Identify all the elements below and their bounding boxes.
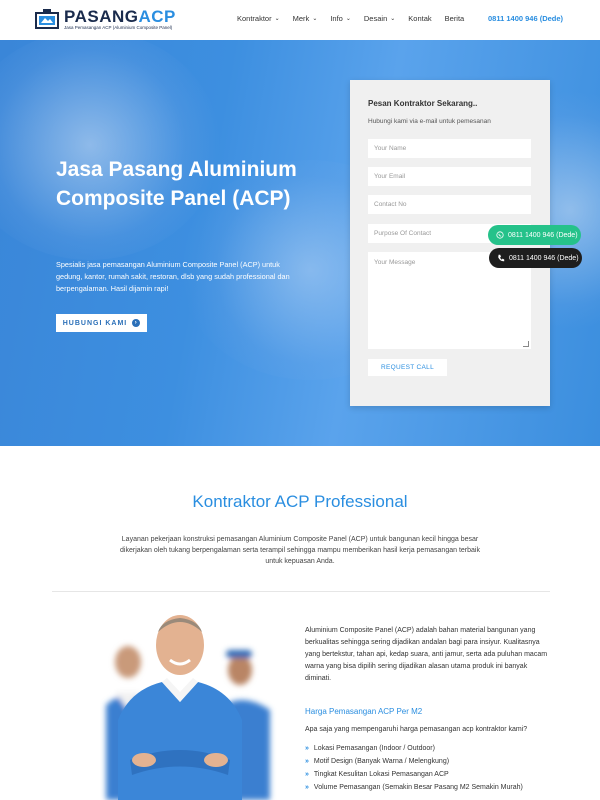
content-paragraph: Aluminium Composite Panel (ACP) adalah b… — [305, 627, 548, 682]
double-chevron-right-icon: » — [305, 745, 309, 752]
contact-number-input[interactable]: Contact No — [368, 195, 531, 214]
chevron-down-icon: ⌄ — [312, 16, 318, 22]
chevron-down-icon: ⌄ — [274, 16, 280, 22]
hero-section: Jasa Pasang Aluminium Composite Panel (A… — [0, 40, 600, 446]
logo-tagline: Jasa Pemasangan ACP (Aluminium Composite… — [64, 25, 173, 30]
list-item: » Lokasi Pemasangan (Indoor / Outdoor) — [305, 742, 550, 755]
double-chevron-right-icon: » — [305, 758, 309, 765]
list-item: » Volume Pemasangan (Semakin Besar Pasang… — [305, 781, 550, 794]
nav-item-desain[interactable]: Desain ⌄ — [364, 14, 395, 23]
form-subtitle: Hubungi kami via e-mail untuk pemesanan — [368, 118, 491, 125]
form-title: Pesan Kontraktor Sekarang.. — [368, 99, 478, 108]
whatsapp-number: 0811 1400 946 (Dede) — [508, 231, 578, 239]
header-phone-link[interactable]: 0811 1400 946 (Dede) — [488, 14, 563, 23]
phone-number: 0811 1400 946 (Dede) — [509, 254, 579, 262]
content-question: Apa saja yang mempengaruhi harga pemasan… — [305, 726, 528, 733]
section-divider — [52, 591, 550, 592]
email-input[interactable]: Your Email — [368, 167, 531, 186]
section-title: Kontraktor ACP Professional — [192, 492, 408, 511]
workers-image — [100, 610, 290, 800]
nav-item-kontraktor[interactable]: Kontraktor ⌄ — [237, 14, 280, 23]
nav-item-kontak[interactable]: Kontak — [408, 14, 431, 23]
nav-item-info[interactable]: Info ⌄ — [330, 14, 351, 23]
hero-title: Jasa Pasang Aluminium Composite Panel (A… — [56, 158, 297, 210]
resize-handle-icon[interactable] — [523, 341, 529, 347]
chevron-down-icon: ⌄ — [390, 16, 396, 22]
section-description: Layanan pekerjaan konstruksi pemasangan … — [120, 536, 480, 565]
name-input[interactable]: Your Name — [368, 139, 531, 158]
whatsapp-float-button[interactable]: 0811 1400 946 (Dede) — [488, 225, 581, 245]
double-chevron-right-icon: » — [305, 784, 309, 791]
nav-item-merk[interactable]: Merk ⌄ — [293, 14, 318, 23]
hubungi-kami-button[interactable]: HUBUNGI KAMI › — [56, 314, 147, 332]
page: PASANGACP Jasa Pemasangan ACP (Aluminium… — [0, 0, 600, 800]
site-logo[interactable]: PASANGACP Jasa Pemasangan ACP (Aluminium… — [34, 8, 176, 31]
hero-background-image — [0, 40, 220, 260]
nav-item-berita[interactable]: Berita — [445, 14, 465, 23]
message-placeholder: Your Message — [374, 259, 416, 266]
request-call-button[interactable]: REQUEST CALL — [368, 359, 447, 376]
content-heading: Harga Pemasangan ACP Per M2 — [305, 707, 423, 716]
logo-title: PASANGACP — [64, 7, 176, 26]
factor-list: » Lokasi Pemasangan (Indoor / Outdoor) » M… — [305, 742, 550, 794]
phone-icon — [497, 254, 505, 262]
hubungi-kami-label: HUBUNGI KAMI — [62, 319, 128, 327]
list-item: » Motif Design (Banyak Warna / Melengkung… — [305, 755, 550, 768]
whatsapp-icon — [496, 231, 504, 239]
arrow-right-icon: › — [132, 319, 141, 327]
site-header: PASANGACP Jasa Pemasangan ACP (Aluminium… — [0, 0, 600, 40]
phone-float-button[interactable]: 0811 1400 946 (Dede) — [489, 248, 582, 268]
chevron-down-icon: ⌄ — [345, 16, 351, 22]
logo-building-icon — [34, 8, 60, 30]
double-chevron-right-icon: » — [305, 771, 309, 778]
main-nav: Kontraktor ⌄ Merk ⌄ Info ⌄ Desain ⌄ Kontak B… — [237, 14, 477, 23]
hero-description: Spesialis jasa pemasangan Aluminium Comp… — [56, 260, 290, 293]
list-item: » Tingkat Kesulitan Lokasi Pemasangan ACP — [305, 768, 550, 781]
content-column: Aluminium Composite Panel (ACP) adalah b… — [305, 625, 550, 794]
